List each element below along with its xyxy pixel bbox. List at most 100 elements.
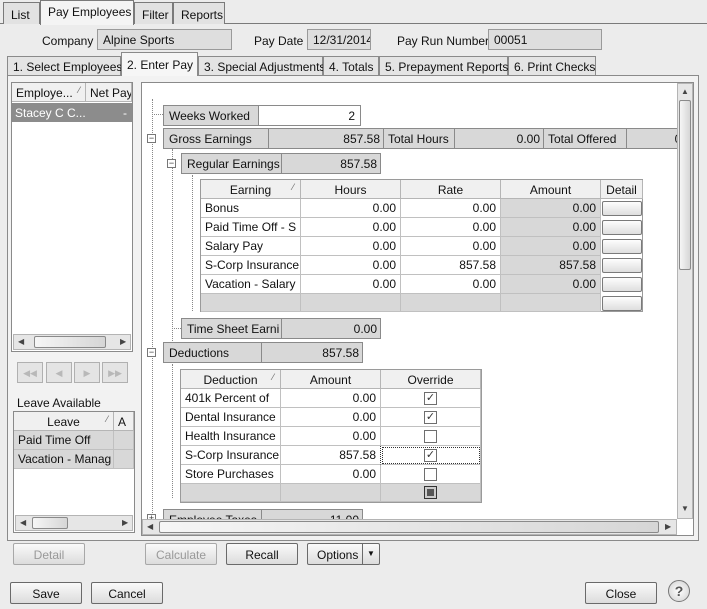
- tab-special-adjustments[interactable]: 3. Special Adjustments: [198, 56, 325, 75]
- weeks-worked-input[interactable]: 2: [348, 109, 355, 123]
- earning-hours[interactable]: 0.00: [301, 275, 401, 294]
- last-record-icon[interactable]: ▶▶: [102, 362, 128, 383]
- chevron-down-icon[interactable]: ▼: [362, 544, 379, 564]
- override-checkbox[interactable]: [424, 430, 437, 443]
- deduction-amount[interactable]: 0.00: [281, 465, 381, 484]
- deduction-name[interactable]: Store Purchases: [181, 465, 281, 484]
- collapse-deductions-icon[interactable]: −: [147, 348, 156, 357]
- options-button[interactable]: Options ▼: [307, 543, 380, 565]
- earning-detail-button[interactable]: [602, 239, 642, 254]
- earning-name[interactable]: Vacation - Salary: [201, 275, 301, 294]
- override-checkbox[interactable]: ✓: [424, 392, 437, 405]
- tab-filter[interactable]: Filter: [134, 2, 173, 24]
- earning-column-header[interactable]: Earning ⁄: [201, 180, 301, 199]
- earning-detail-button[interactable]: [602, 296, 642, 311]
- earning-detail-button[interactable]: [602, 220, 642, 235]
- scroll-thumb[interactable]: [679, 100, 691, 270]
- deduction-amount[interactable]: 0.00: [281, 427, 381, 446]
- net-pay-column-header[interactable]: Net Pay: [86, 83, 132, 102]
- earning-hours[interactable]: 0.00: [301, 237, 401, 256]
- detail-column-header[interactable]: Detail: [601, 180, 643, 199]
- scroll-left-icon[interactable]: ◀: [20, 518, 26, 528]
- earning-detail-button[interactable]: [602, 258, 642, 273]
- earning-hours[interactable]: 0.00: [301, 218, 401, 237]
- scroll-left-icon[interactable]: ◀: [147, 522, 153, 532]
- leave-list-hscrollbar[interactable]: ◀ ▶: [15, 515, 133, 531]
- deduction-name[interactable]: Dental Insurance: [181, 408, 281, 427]
- previous-record-icon[interactable]: ◀: [46, 362, 72, 383]
- collapse-regular-icon[interactable]: −: [167, 159, 176, 168]
- override-checkbox[interactable]: [424, 468, 437, 481]
- deduction-column-header[interactable]: Deduction ⁄: [181, 370, 281, 389]
- earning-detail-button[interactable]: [602, 201, 642, 216]
- deduction-amount[interactable]: 0.00: [281, 389, 381, 408]
- tab-prepayment-reports[interactable]: 5. Prepayment Reports: [379, 56, 508, 75]
- earning-name[interactable]: Salary Pay: [201, 237, 301, 256]
- help-icon[interactable]: ?: [668, 580, 690, 602]
- tab-select-employees[interactable]: 1. Select Employees: [7, 56, 122, 75]
- earning-hours[interactable]: 0.00: [301, 256, 401, 275]
- employee-list[interactable]: Employe... ⁄ Net Pay Stacey C C... - ◀ ▶: [11, 82, 133, 352]
- earning-rate[interactable]: 0.00: [401, 218, 501, 237]
- cancel-button[interactable]: Cancel: [91, 582, 163, 604]
- leave-list[interactable]: Leave ⁄ A Paid Time Off Vacation - Manag …: [13, 411, 135, 533]
- deduction-name[interactable]: 401k Percent of: [181, 389, 281, 408]
- tab-list[interactable]: List: [3, 2, 40, 24]
- employee-column-header[interactable]: Employe... ⁄: [12, 83, 86, 102]
- scroll-thumb[interactable]: [34, 336, 106, 348]
- amount-column-header[interactable]: Amount: [501, 180, 601, 199]
- tab-pay-employees[interactable]: Pay Employees: [40, 0, 134, 25]
- earning-name[interactable]: Paid Time Off - S: [201, 218, 301, 237]
- calculate-button[interactable]: Calculate: [145, 543, 217, 565]
- tab-print-checks[interactable]: 6. Print Checks: [508, 56, 596, 75]
- earning-name[interactable]: S-Corp Insurance: [201, 256, 301, 275]
- earning-hours[interactable]: 0.00: [301, 199, 401, 218]
- earning-rate[interactable]: 0.00: [401, 237, 501, 256]
- pay-detail-vscrollbar[interactable]: ▲ ▼: [677, 83, 693, 519]
- save-button[interactable]: Save: [10, 582, 82, 604]
- scroll-up-icon[interactable]: ▲: [681, 87, 689, 97]
- scroll-thumb[interactable]: [32, 517, 68, 529]
- scroll-thumb[interactable]: [159, 521, 659, 533]
- deduction-amount-column-header[interactable]: Amount: [281, 370, 381, 389]
- scroll-right-icon[interactable]: ▶: [122, 518, 128, 528]
- pay-detail-tree[interactable]: Weeks Worked 2 − Gross Earnings 857.58 T…: [141, 82, 694, 536]
- leave-row[interactable]: Paid Time Off: [14, 431, 114, 450]
- leave-row[interactable]: Vacation - Manag: [14, 450, 114, 469]
- override-all-checkbox[interactable]: [424, 486, 437, 499]
- employee-list-hscrollbar[interactable]: ◀ ▶: [13, 334, 131, 350]
- scroll-left-icon[interactable]: ◀: [18, 337, 24, 347]
- leave-column-header[interactable]: Leave ⁄: [14, 412, 114, 431]
- scroll-right-icon[interactable]: ▶: [665, 522, 671, 532]
- tab-totals[interactable]: 4. Totals: [323, 56, 379, 75]
- deduction-amount[interactable]: 857.58: [281, 446, 381, 465]
- override-column-header[interactable]: Override: [381, 370, 481, 389]
- pay-detail-hscrollbar[interactable]: ◀ ▶: [142, 519, 677, 535]
- earning-name[interactable]: Bonus: [201, 199, 301, 218]
- deduction-table[interactable]: Deduction ⁄ Amount Override 401k Percent …: [180, 369, 482, 503]
- earnings-table[interactable]: Earning ⁄ Hours Rate Amount Detail Bonus …: [200, 179, 643, 312]
- scroll-right-icon[interactable]: ▶: [120, 337, 126, 347]
- deduction-amount[interactable]: 0.00: [281, 408, 381, 427]
- next-record-icon[interactable]: ▶: [74, 362, 100, 383]
- recall-button[interactable]: Recall: [226, 543, 298, 565]
- tab-enter-pay[interactable]: 2. Enter Pay: [121, 52, 198, 76]
- collapse-gross-icon[interactable]: −: [147, 134, 156, 143]
- hours-column-header[interactable]: Hours: [301, 180, 401, 199]
- employee-row[interactable]: Stacey C C... -: [12, 103, 132, 122]
- override-checkbox[interactable]: ✓: [424, 449, 437, 462]
- detail-button[interactable]: Detail: [13, 543, 85, 565]
- earning-detail-button[interactable]: [602, 277, 642, 292]
- earning-rate[interactable]: 0.00: [401, 275, 501, 294]
- override-checkbox[interactable]: ✓: [424, 411, 437, 424]
- close-button[interactable]: Close: [585, 582, 657, 604]
- earning-rate[interactable]: 857.58: [401, 256, 501, 275]
- rate-column-header[interactable]: Rate: [401, 180, 501, 199]
- first-record-icon[interactable]: ◀◀: [17, 362, 43, 383]
- deduction-name[interactable]: Health Insurance: [181, 427, 281, 446]
- earning-rate[interactable]: 0.00: [401, 199, 501, 218]
- tab-reports[interactable]: Reports: [173, 2, 225, 24]
- scroll-down-icon[interactable]: ▼: [681, 504, 689, 514]
- deduction-name[interactable]: S-Corp Insurance: [181, 446, 281, 465]
- leave-amount-column-header[interactable]: A: [114, 412, 134, 431]
